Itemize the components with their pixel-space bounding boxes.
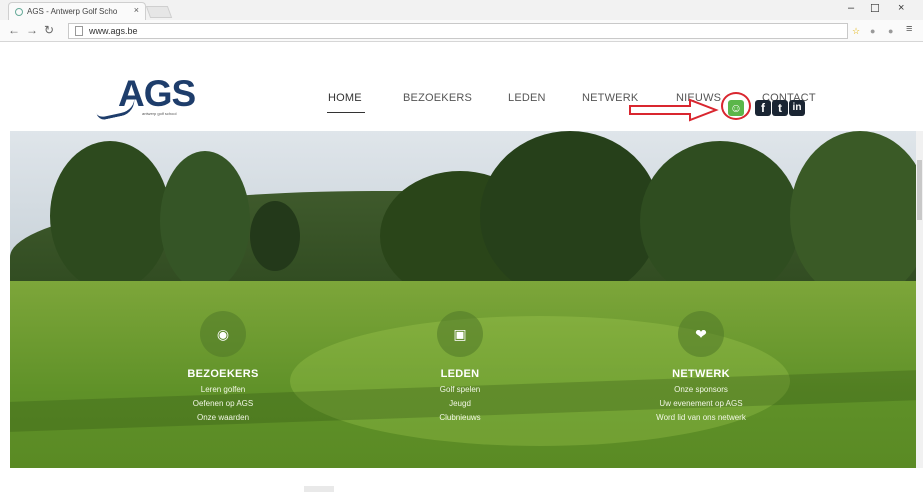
tab-close-icon[interactable]: ×: [134, 5, 139, 15]
scrollbar-thumb[interactable]: [917, 160, 922, 220]
hero-tree: [790, 131, 919, 301]
handshake-icon[interactable]: ❤: [678, 311, 724, 357]
menu-icon[interactable]: ≡: [906, 23, 912, 35]
feature-netwerk: ❤ NETWERK Onze sponsors Uw evenement op …: [611, 311, 791, 422]
tab-title: AGS - Antwerp Golf Scho: [27, 7, 118, 16]
site-header: AGS antwerp golf school HOME BEZOEKERS L…: [0, 43, 923, 131]
logo[interactable]: AGS antwerp golf school: [94, 73, 206, 121]
new-tab-button[interactable]: [145, 6, 173, 18]
hero-tree: [160, 151, 250, 291]
bookmark-star-icon[interactable]: ☆: [852, 26, 860, 37]
favicon-icon: [15, 8, 23, 16]
feature-link[interactable]: Clubnieuws: [370, 413, 550, 422]
nav-bezoekers[interactable]: BEZOEKERS: [403, 92, 472, 104]
extension-icon[interactable]: ●: [870, 26, 875, 36]
feature-leden: ▣ LEDEN Golf spelen Jeugd Clubnieuws: [370, 311, 550, 422]
feature-title[interactable]: BEZOEKERS: [133, 368, 313, 380]
browser-tab[interactable]: AGS - Antwerp Golf Scho ×: [8, 2, 146, 20]
annotation-arrow: [629, 98, 719, 122]
browser-tab-strip: AGS - Antwerp Golf Scho × – ☐ ×: [0, 0, 923, 20]
hero-tree: [50, 141, 170, 291]
feature-link[interactable]: Onze sponsors: [611, 385, 791, 394]
feature-link[interactable]: Golf spelen: [370, 385, 550, 394]
feature-link[interactable]: Onze waarden: [133, 413, 313, 422]
feature-link[interactable]: Oefenen op AGS: [133, 399, 313, 408]
twitter-icon[interactable]: t: [772, 100, 788, 116]
forward-icon[interactable]: →: [26, 23, 38, 37]
eye-icon[interactable]: ◉: [200, 311, 246, 357]
hero-tree: [480, 131, 660, 301]
logo-tagline: antwerp golf school: [142, 111, 177, 116]
nav-leden[interactable]: LEDEN: [508, 92, 546, 104]
address-toolbar: ← → ↻ www.ags.be ☆ ● ● ≡: [0, 20, 923, 42]
feature-bezoekers: ◉ BEZOEKERS Leren golfen Oefenen op AGS …: [133, 311, 313, 422]
feature-title[interactable]: LEDEN: [370, 368, 550, 380]
nav-home[interactable]: HOME: [328, 92, 362, 104]
hero-banner: ◉ BEZOEKERS Leren golfen Oefenen op AGS …: [10, 131, 919, 468]
minimize-button[interactable]: –: [848, 2, 854, 14]
feature-link[interactable]: Jeugd: [370, 399, 550, 408]
hero-tree: [250, 201, 300, 271]
feature-link[interactable]: Leren golfen: [133, 385, 313, 394]
extension-2-icon[interactable]: ●: [888, 26, 893, 36]
reload-icon[interactable]: ↻: [44, 23, 54, 37]
close-window-button[interactable]: ×: [898, 2, 904, 14]
logo-text: AGS: [118, 73, 196, 114]
feature-link[interactable]: Uw evenement op AGS: [611, 399, 791, 408]
member-card-icon[interactable]: ▣: [437, 311, 483, 357]
agent-icon[interactable]: ☺: [728, 100, 744, 116]
facebook-icon[interactable]: f: [755, 100, 771, 116]
linkedin-icon[interactable]: in: [789, 100, 805, 116]
hero-tree: [640, 141, 800, 301]
url-text: www.ags.be: [89, 26, 138, 36]
active-nav-indicator: [327, 112, 365, 113]
feature-link[interactable]: Word lid van ons netwerk: [611, 413, 791, 422]
address-bar[interactable]: www.ags.be: [68, 23, 848, 39]
feature-title[interactable]: NETWERK: [611, 368, 791, 380]
back-icon[interactable]: ←: [8, 23, 20, 37]
page-icon: [75, 26, 83, 36]
content-fragment: [304, 486, 334, 492]
maximize-button[interactable]: ☐: [870, 2, 880, 15]
